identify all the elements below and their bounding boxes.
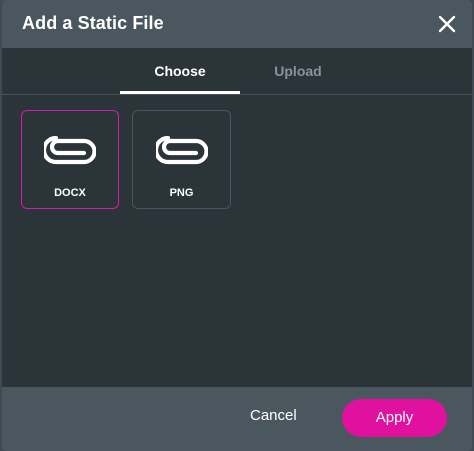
paperclip-icon [44,135,96,165]
tab-upload[interactable]: Upload [238,48,358,94]
dialog-title: Add a Static File [22,13,164,33]
file-card-docx[interactable]: DOCX [21,110,119,209]
apply-button[interactable]: Apply [342,399,447,437]
tab-choose[interactable]: Choose [120,48,240,94]
cancel-button[interactable]: Cancel [250,407,297,424]
close-button[interactable] [434,11,460,37]
add-static-file-dialog: Add a Static File Choose Upload DOCX PNG… [2,0,472,451]
file-card-label: DOCX [54,187,86,199]
close-icon [438,15,456,33]
tab-bar: Choose Upload [2,48,472,95]
dialog-footer: Cancel Apply [2,387,472,451]
file-card-label: PNG [169,187,194,199]
file-grid: DOCX PNG [2,95,472,387]
file-card-png[interactable]: PNG [132,110,231,209]
paperclip-icon [155,135,208,165]
dialog-header: Add a Static File [2,0,472,48]
